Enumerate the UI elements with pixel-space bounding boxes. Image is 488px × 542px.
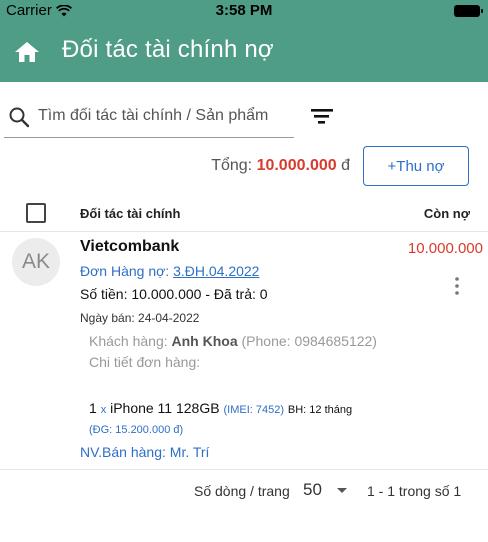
- search-icon: [9, 107, 30, 128]
- total-summary: Tổng: 10.000.000 đ: [211, 157, 350, 175]
- customer-detail: Khách hàng: Anh Khoa (Phone: 0984685122)…: [89, 331, 389, 373]
- sort-filter-icon[interactable]: [310, 106, 334, 126]
- sales-staff: NV.Bán hàng: Mr. Trí: [80, 444, 210, 460]
- total-label: Tổng:: [211, 157, 253, 174]
- status-time: 3:58 PM: [215, 2, 273, 19]
- column-header-remaining: Còn nợ: [423, 206, 470, 221]
- order-code-link[interactable]: 3.ĐH.04.2022: [173, 263, 259, 279]
- sale-date: Ngày bán: 24-04-2022: [80, 311, 200, 325]
- avatar: AK: [12, 238, 60, 286]
- home-icon[interactable]: [14, 40, 40, 64]
- qty-multiplier: x: [100, 404, 107, 416]
- battery-icon: [454, 5, 483, 17]
- chevron-down-icon[interactable]: [337, 488, 347, 493]
- customer-name: Anh Khoa: [171, 333, 238, 349]
- page-range: 1 - 1 trong số 1: [367, 483, 462, 499]
- select-all-checkbox[interactable]: [26, 203, 46, 223]
- unit-price: (ĐG: 15.200.000 đ): [89, 424, 184, 436]
- product-line: 1 x iPhone 11 128GB (IMEI: 7452) BH: 12 …: [89, 400, 352, 416]
- search-input[interactable]: [38, 102, 292, 130]
- page-title: Đối tác tài chính nợ: [62, 36, 274, 63]
- collect-debt-button[interactable]: +Thu nợ: [363, 146, 469, 186]
- collect-debt-label: +Thu nợ: [387, 157, 445, 175]
- search-row: [0, 94, 488, 140]
- partner-name: Vietcombank: [80, 238, 180, 255]
- total-currency: đ: [341, 157, 350, 174]
- summary-row: Tổng: 10.000.000 đ +Thu nợ: [0, 146, 488, 188]
- app-bar: Đối tác tài chính nợ: [0, 22, 488, 82]
- remaining-amount: 10.000.000: [407, 240, 483, 257]
- product-warranty: BH: 12 tháng: [287, 404, 353, 416]
- table-header: Đối tác tài chính Còn nợ: [0, 196, 488, 232]
- pagination: Số dòng / trang 50 1 - 1 trong số 1: [0, 472, 488, 510]
- product-qty: 1: [89, 400, 97, 416]
- customer-label: Khách hàng:: [89, 333, 168, 349]
- customer-phone: (Phone: 0984685122): [241, 333, 377, 349]
- product-name: iPhone 11 128GB: [110, 400, 220, 416]
- more-vertical-icon[interactable]: [452, 276, 462, 296]
- amount-paid-line: Số tiền: 10.000.000 - Đã trả: 0: [80, 286, 268, 302]
- search-box: [4, 94, 294, 138]
- product-imei: (IMEI: 7452): [223, 404, 284, 416]
- order-line: Đơn Hàng nợ: 3.ĐH.04.2022: [80, 263, 259, 279]
- status-bar: Carrier 3:58 PM: [0, 0, 488, 22]
- table-row[interactable]: AK Vietcombank 10.000.000 Đơn Hàng nợ: 3…: [0, 232, 488, 470]
- order-label: Đơn Hàng nợ:: [80, 263, 170, 279]
- rows-per-page-select[interactable]: 50: [303, 480, 322, 500]
- rows-per-page-label: Số dòng / trang: [194, 483, 290, 499]
- total-value: 10.000.000: [256, 157, 337, 174]
- order-detail-label: Chi tiết đơn hàng:: [89, 354, 201, 370]
- column-header-partner: Đối tác tài chính: [80, 206, 181, 221]
